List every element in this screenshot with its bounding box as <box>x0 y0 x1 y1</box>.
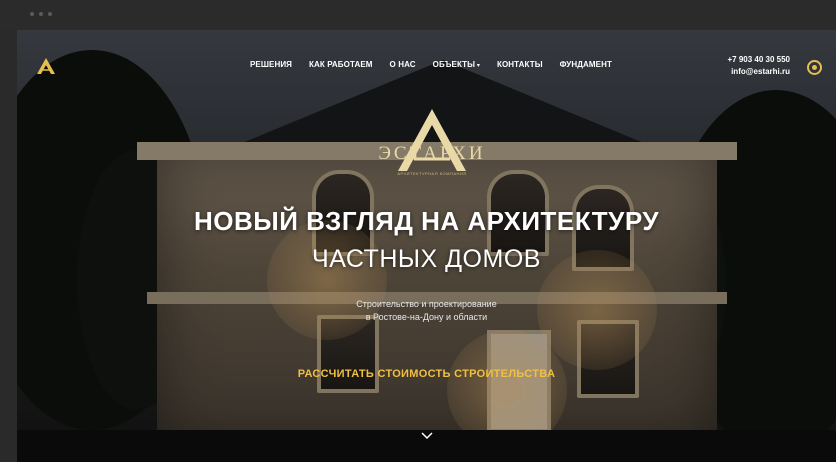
hero-description-line: Строительство и проектирование <box>356 299 497 309</box>
window-dot-icon[interactable] <box>48 12 52 16</box>
language-icon[interactable] <box>807 60 822 75</box>
header-logo-icon[interactable] <box>36 57 56 75</box>
window-controls <box>30 12 52 16</box>
chevron-down-icon[interactable] <box>421 430 433 442</box>
nav-item-foundation[interactable]: ФУНДАМЕНТ <box>560 60 612 71</box>
brand-logo: ЭСТАРХИ АРХИТЕКТУРНАЯ КОМПАНИЯ <box>362 105 502 185</box>
hero-subheadline: ЧАСТНЫХ ДОМОВ <box>312 245 541 273</box>
window-dot-icon[interactable] <box>39 12 43 16</box>
hero-headline: НОВЫЙ ВЗГЛЯД НА АРХИТЕКТУРУ <box>193 206 660 236</box>
phone-link[interactable]: +7 903 40 30 550 <box>727 54 790 66</box>
hero-section: РЕШЕНИЯ КАК РАБОТАЕМ О НАС ОБЪЕКТЫ КОНТА… <box>17 30 836 462</box>
main-nav: РЕШЕНИЯ КАК РАБОТАЕМ О НАС ОБЪЕКТЫ КОНТА… <box>250 60 612 71</box>
window-dot-icon[interactable] <box>30 12 34 16</box>
browser-window: РЕШЕНИЯ КАК РАБОТАЕМ О НАС ОБЪЕКТЫ КОНТА… <box>0 0 836 462</box>
window-title-bar <box>0 0 836 30</box>
nav-item-solutions[interactable]: РЕШЕНИЯ <box>250 60 292 71</box>
nav-item-objects[interactable]: ОБЪЕКТЫ <box>433 60 480 71</box>
nav-item-about[interactable]: О НАС <box>390 60 416 71</box>
hero-description: Строительство и проектирование в Ростове… <box>17 298 836 324</box>
hero-description-line: в Ростове-на-Дону и области <box>365 312 488 322</box>
brand-tagline: АРХИТЕКТУРНАЯ КОМПАНИЯ <box>397 171 467 176</box>
header-contacts: +7 903 40 30 550 info@estarhi.ru <box>727 54 790 78</box>
nav-item-how-we-work[interactable]: КАК РАБОТАЕМ <box>309 60 373 71</box>
email-link[interactable]: info@estarhi.ru <box>727 66 790 78</box>
nav-item-contacts[interactable]: КОНТАКТЫ <box>497 60 543 71</box>
brand-name: ЭСТАРХИ <box>378 143 486 164</box>
calculate-cost-button[interactable]: РАССЧИТАТЬ СТОИМОСТЬ СТРОИТЕЛЬСТВА <box>17 368 836 380</box>
